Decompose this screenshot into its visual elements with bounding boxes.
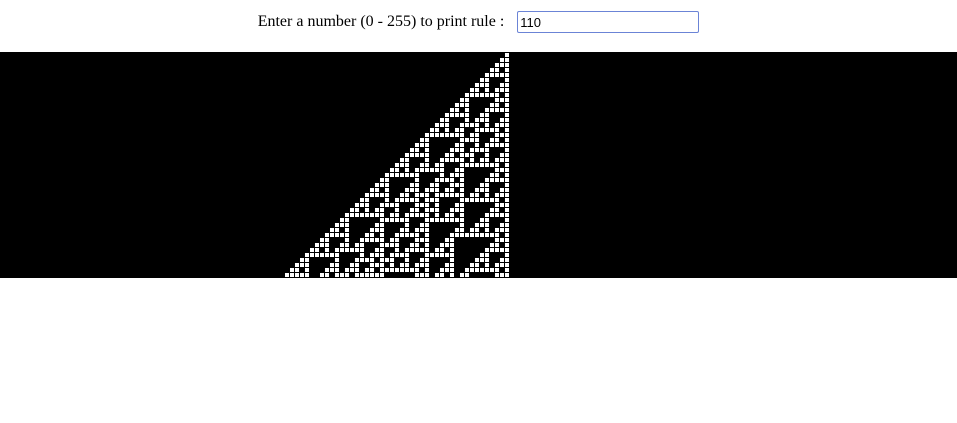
rule-control-bar: Enter a number (0 - 255) to print rule : (0, 0, 957, 52)
automaton-display (0, 52, 957, 278)
rule-number-input[interactable] (517, 11, 700, 33)
rule-prompt-label: Enter a number (0 - 255) to print rule : (257, 13, 505, 30)
automaton-canvas (285, 53, 509, 277)
